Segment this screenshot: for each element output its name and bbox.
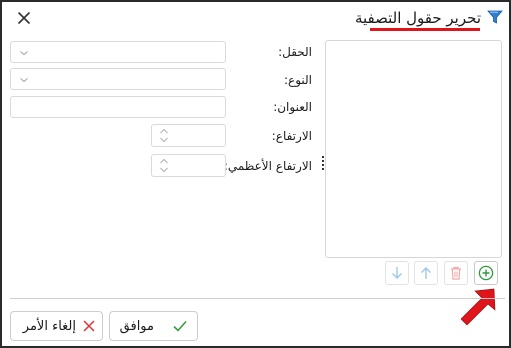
dialog-window: تحرير حقول التصفية الحقل: النوع: العنوان… <box>0 0 511 348</box>
delete-button[interactable] <box>444 261 468 285</box>
callout-arrow-icon <box>460 288 496 326</box>
filter-fields-list[interactable] <box>325 40 502 258</box>
dialog-title: تحرير حقول التصفية <box>354 9 481 27</box>
splitter-handle[interactable] <box>322 156 325 174</box>
add-button[interactable] <box>474 261 498 285</box>
plus-circle-icon <box>478 265 494 281</box>
check-icon <box>173 320 187 332</box>
chevron-down-icon <box>20 78 28 83</box>
type-label: النوع: <box>283 73 312 87</box>
max-height-spinner[interactable] <box>151 154 226 177</box>
move-down-button[interactable] <box>385 261 409 285</box>
height-label: الارتفاع: <box>271 129 312 143</box>
arrow-down-icon <box>392 267 402 279</box>
max-height-label: الارتفاع الأعظمي: <box>223 159 312 173</box>
ok-button[interactable]: موافق <box>109 311 198 341</box>
move-up-button[interactable] <box>414 261 438 285</box>
height-spinner[interactable] <box>151 124 226 147</box>
close-icon[interactable] <box>14 8 34 28</box>
trash-icon <box>451 266 461 280</box>
caption-label: العنوان: <box>273 100 312 114</box>
field-combo[interactable] <box>10 41 226 63</box>
arrow-up-icon <box>421 267 431 279</box>
title-underline <box>370 28 480 31</box>
spin-up-icon[interactable] <box>159 128 169 134</box>
spin-down-icon[interactable] <box>159 167 169 173</box>
cancel-button[interactable]: إلغاء الأمر <box>10 311 103 341</box>
spin-up-icon[interactable] <box>159 158 169 164</box>
caption-input[interactable] <box>10 96 226 118</box>
field-label: الحقل: <box>278 45 312 59</box>
spin-down-icon[interactable] <box>159 137 169 143</box>
ok-button-label: موافق <box>119 318 154 334</box>
filter-icon <box>487 10 503 24</box>
cancel-button-label: إلغاء الأمر <box>22 318 76 334</box>
type-combo[interactable] <box>10 68 226 90</box>
footer-divider <box>10 298 505 299</box>
chevron-down-icon <box>20 51 28 56</box>
x-icon <box>83 320 95 332</box>
